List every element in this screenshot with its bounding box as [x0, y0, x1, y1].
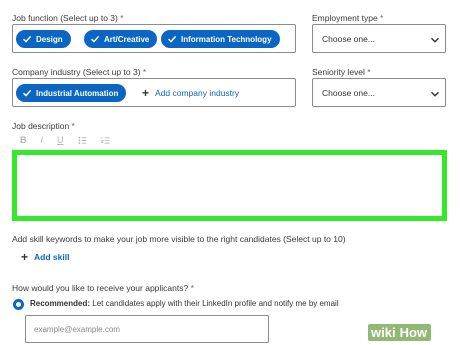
skills-label: Add skill keywords to make your job more… — [12, 234, 346, 244]
employment-type-label-text: Employment type — [312, 13, 378, 23]
seniority-level-label: Seniority level * — [312, 67, 371, 77]
check-icon — [22, 34, 32, 44]
employment-type-select[interactable]: Choose one... — [312, 24, 446, 53]
company-industry-label-text: Company industry (Select up to 3) — [12, 67, 141, 77]
text-format-toolbar: B I U — [20, 135, 110, 145]
employment-type-value: Choose one... — [322, 34, 375, 44]
required-mark: * — [367, 67, 371, 77]
seniority-level-label-text: Seniority level — [312, 67, 365, 77]
watermark-part1: wiki — [368, 323, 399, 341]
job-description-label: Job description * — [12, 121, 75, 131]
seniority-level-value: Choose one... — [322, 88, 375, 98]
add-company-industry-label: Add company industry — [155, 88, 240, 98]
plus-icon: + — [142, 86, 150, 100]
chevron-down-icon — [430, 35, 440, 45]
chip-label: Information Technology — [181, 34, 272, 44]
check-icon — [167, 34, 177, 44]
chip-label: Art/Creative — [104, 34, 150, 44]
email-field[interactable] — [25, 315, 269, 343]
recommended-option-text: Recommended: Let candidates apply with t… — [30, 299, 339, 308]
italic-button[interactable]: I — [41, 135, 44, 145]
job-function-label: Job function (Select up to 3) * — [12, 13, 124, 23]
required-mark: * — [142, 67, 147, 77]
check-icon — [22, 88, 32, 98]
bulleted-list-icon[interactable] — [77, 136, 87, 145]
recommended-bold-label: Recommended: — [30, 299, 91, 308]
employment-type-label: Employment type * — [312, 13, 383, 23]
required-mark: * — [71, 121, 75, 131]
chip-label: Industrial Automation — [36, 88, 119, 98]
add-skill-label: Add skill — [34, 252, 70, 262]
applicants-label: How would you like to receive your appli… — [12, 283, 194, 293]
job-description-editor[interactable] — [12, 150, 447, 221]
numbered-list-icon[interactable] — [100, 136, 110, 145]
recommended-description: Let candidates apply with their LinkedIn… — [90, 299, 339, 308]
bold-button[interactable]: B — [20, 135, 27, 145]
chip-information-technology[interactable]: Information Technology — [161, 30, 280, 48]
chip-label: Design — [36, 34, 63, 44]
required-mark: * — [190, 283, 194, 293]
plus-icon: + — [21, 250, 29, 264]
chip-industrial-automation[interactable]: Industrial Automation — [16, 84, 127, 102]
wikihow-watermark: wiki How — [368, 322, 432, 342]
job-description-label-text: Job description — [12, 121, 70, 131]
chip-art-creative[interactable]: Art/Creative — [84, 30, 158, 48]
recommended-radio[interactable] — [13, 299, 24, 310]
chip-design[interactable]: Design — [16, 30, 71, 48]
required-mark: * — [380, 13, 384, 23]
applicants-label-text: How would you like to receive your appli… — [12, 283, 189, 293]
add-company-industry-button[interactable]: + Add company industry — [142, 87, 239, 99]
underline-button[interactable]: U — [57, 135, 64, 145]
add-skill-button[interactable]: + Add skill — [21, 251, 69, 263]
required-mark: * — [120, 13, 124, 23]
check-icon — [90, 34, 100, 44]
seniority-level-select[interactable]: Choose one... — [312, 78, 446, 107]
job-function-label-text: Job function (Select up to 3) — [12, 13, 118, 23]
company-industry-label: Company industry (Select up to 3) * — [12, 67, 146, 77]
watermark-part2: How — [398, 323, 432, 341]
chevron-down-icon — [430, 89, 440, 99]
